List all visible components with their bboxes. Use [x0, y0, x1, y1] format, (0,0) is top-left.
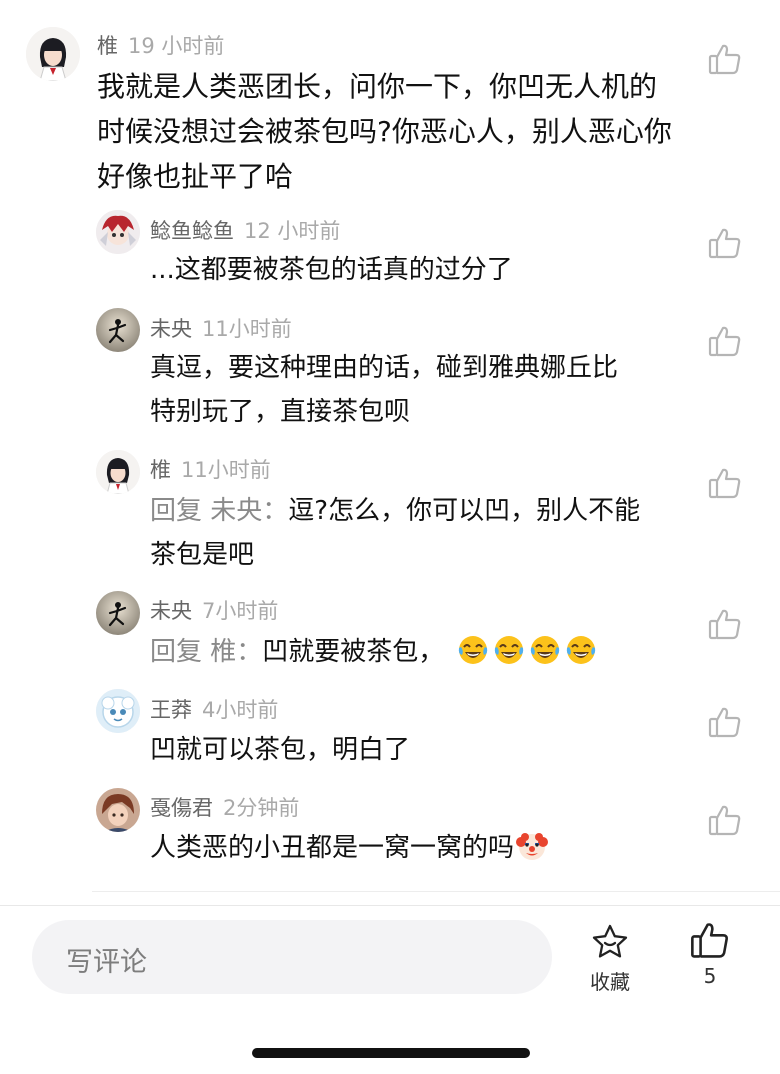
comment-line: 回复 未央：逗?怎么，你可以凹，别人不能: [150, 496, 641, 526]
thumbs-up-icon: [690, 920, 730, 960]
comment-meta: 未央 11小时前: [150, 313, 292, 343]
tears-of-joy-emoji-icon: [457, 634, 489, 666]
comment-meta: 未央 7小时前: [150, 595, 278, 625]
avatar[interactable]: [96, 591, 140, 635]
avatar[interactable]: [96, 788, 140, 832]
comment-time: 11小时前: [181, 458, 271, 482]
comment-line: 特别玩了，直接茶包呗: [150, 397, 411, 427]
avatar[interactable]: [96, 308, 140, 352]
avatar[interactable]: [96, 210, 140, 254]
username[interactable]: 椎: [150, 458, 171, 482]
collect-button[interactable]: 收藏: [584, 922, 636, 995]
comment-text[interactable]: 凹就可以茶包，明白了: [150, 728, 410, 772]
comment-text[interactable]: 我就是人类恶团长，问你一下，你凹无人机的 时候没想过会被茶包吗?你恶心人，别人恶…: [97, 64, 672, 199]
like-icon[interactable]: [708, 607, 742, 641]
like-icon[interactable]: [708, 324, 742, 358]
comment-time: 12 小时前: [244, 219, 341, 243]
username[interactable]: 戞傷君: [150, 796, 213, 820]
like-icon[interactable]: [708, 466, 742, 500]
comment-meta: 椎 19 小时前: [97, 30, 224, 60]
avatar[interactable]: [26, 27, 80, 81]
collect-label: 收藏: [590, 970, 630, 994]
username[interactable]: 未央: [150, 317, 192, 341]
comment-line: 好像也扯平了哈: [97, 160, 294, 193]
tears-of-joy-emoji-icon: [565, 634, 597, 666]
comment-text[interactable]: 真逗，要这种理由的话，碰到雅典娜丘比 特别玩了，直接茶包呗: [150, 346, 618, 434]
avatar[interactable]: [96, 689, 140, 733]
divider: [0, 905, 780, 906]
tears-of-joy-emoji-icon: [529, 634, 561, 666]
comment-text[interactable]: 人类恶的小丑都是一窝一窝的吗: [150, 826, 549, 870]
comment-line: 时候没想过会被茶包吗?你恶心人，别人恶心你: [97, 115, 672, 148]
comment-time: 7小时前: [202, 599, 279, 623]
comment-input-placeholder: 写评论: [66, 947, 147, 978]
like-icon[interactable]: [708, 705, 742, 739]
like-count: 5: [703, 964, 717, 988]
comment-thread-page: 椎 19 小时前 我就是人类恶团长，问你一下，你凹无人机的 时候没想过会被茶包吗?…: [0, 0, 780, 1074]
comment-meta: 椎 11小时前: [150, 454, 271, 484]
comment-text[interactable]: 回复 未央：逗?怎么，你可以凹，别人不能 茶包是吧: [150, 489, 640, 577]
comment-time: 4小时前: [202, 698, 279, 722]
comment-line: 回复 椎：凹就要被茶包，: [150, 630, 597, 674]
comment-line: 茶包是吧: [150, 540, 255, 570]
clown-face-emoji-icon: [516, 830, 549, 862]
reply-prefix[interactable]: 回复 未央：: [150, 496, 288, 526]
avatar[interactable]: [96, 450, 140, 494]
comment-line: ...这都要被茶包的话真的过分了: [150, 255, 513, 285]
divider: [92, 891, 780, 892]
comment-text[interactable]: 回复 椎：凹就要被茶包，: [150, 630, 597, 674]
comment-time: 19 小时前: [128, 34, 225, 58]
comment-line: 真逗，要这种理由的话，碰到雅典娜丘比: [150, 353, 619, 383]
comment-time: 11小时前: [202, 317, 292, 341]
comment-line: 凹就可以茶包，明白了: [150, 735, 411, 765]
username[interactable]: 未央: [150, 599, 192, 623]
comment-meta: 戞傷君 2分钟前: [150, 792, 299, 822]
like-icon[interactable]: [708, 42, 742, 76]
comment-time: 2分钟前: [223, 796, 300, 820]
username[interactable]: 椎: [97, 34, 118, 58]
comment-text[interactable]: ...这都要被茶包的话真的过分了: [150, 248, 513, 292]
tears-of-joy-emoji-icon: [493, 634, 525, 666]
comment-meta: 鲶鱼鲶鱼 12 小时前: [150, 215, 340, 245]
like-icon[interactable]: [708, 803, 742, 837]
star-icon: [590, 922, 630, 962]
comment-line: 人类恶的小丑都是一窝一窝的吗: [150, 826, 549, 870]
reply-prefix[interactable]: 回复 椎：: [150, 637, 262, 667]
username[interactable]: 王莽: [150, 698, 192, 722]
comment-meta: 王莽 4小时前: [150, 694, 278, 724]
comment-input[interactable]: 写评论: [32, 920, 552, 994]
home-indicator[interactable]: [252, 1048, 530, 1058]
username[interactable]: 鲶鱼鲶鱼: [150, 219, 234, 243]
like-icon[interactable]: [708, 226, 742, 260]
like-button[interactable]: 5: [686, 920, 734, 988]
comment-line: 我就是人类恶团长，问你一下，你凹无人机的: [97, 70, 658, 103]
